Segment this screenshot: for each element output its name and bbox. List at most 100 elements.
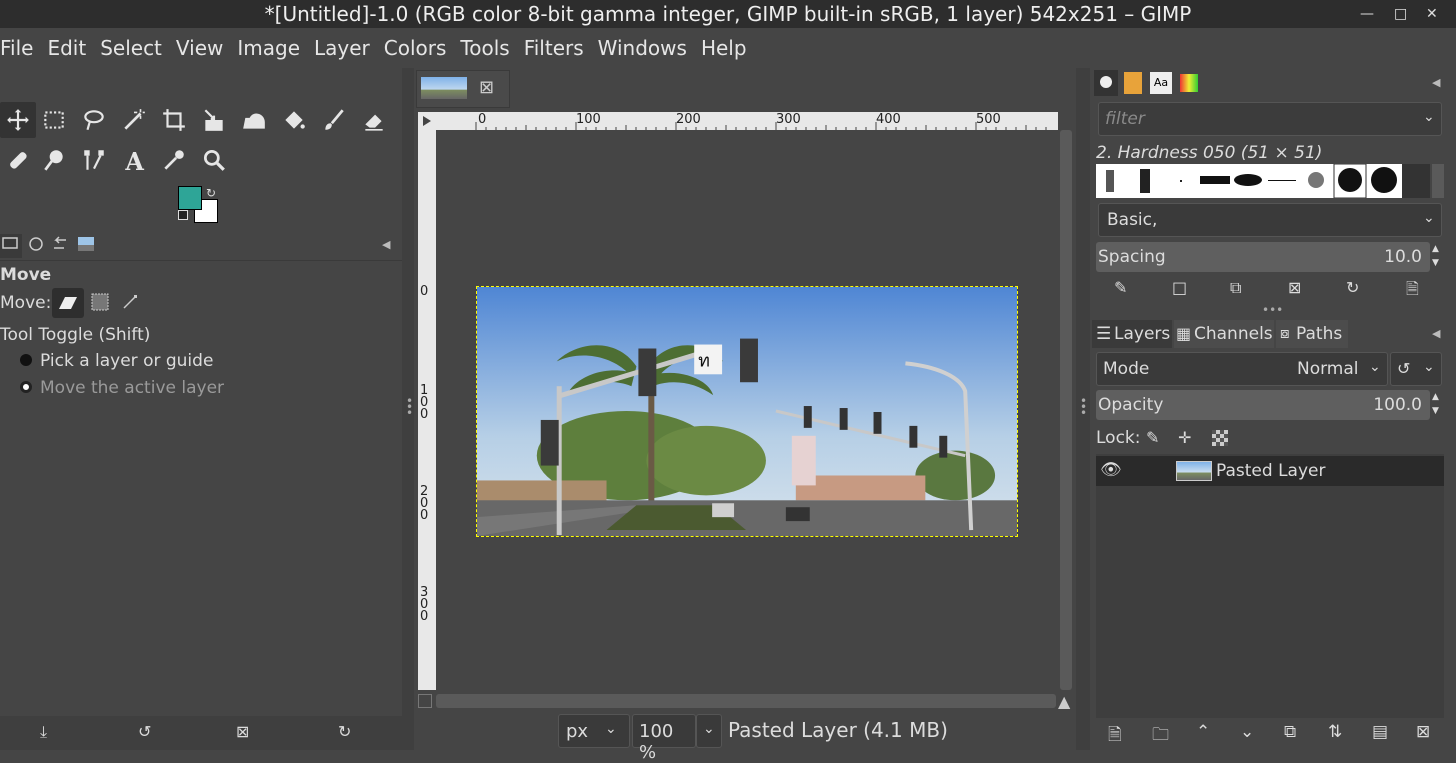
list-item[interactable]: 👁 Pasted Layer	[1096, 456, 1444, 486]
add-mask-icon[interactable]: ▤	[1372, 722, 1388, 742]
spacing-stepper[interactable]: ▲ ▼	[1432, 242, 1439, 270]
pick-layer-radio[interactable]	[20, 354, 32, 366]
layer-name[interactable]: Pasted Layer	[1216, 461, 1325, 481]
maximize-icon[interactable]: □	[1394, 0, 1407, 28]
crop-icon[interactable]	[156, 102, 192, 138]
menu-help[interactable]: Help	[701, 36, 747, 60]
right-pane-handle[interactable]: • • •	[1076, 68, 1090, 750]
tab-layers[interactable]: ☰ Layers	[1092, 320, 1172, 348]
patterns-tab-icon[interactable]	[1124, 72, 1142, 94]
new-brush-icon[interactable]: □	[1172, 278, 1187, 297]
gradients-tab-icon[interactable]	[1180, 74, 1198, 92]
image-tab[interactable]: ⊠	[416, 70, 510, 108]
rect-select-icon[interactable]	[36, 102, 72, 138]
heal-icon[interactable]	[0, 142, 36, 178]
restore-options-icon[interactable]: ↺	[138, 722, 151, 741]
eye-icon[interactable]: 👁	[1100, 460, 1122, 480]
scale-icon[interactable]	[196, 102, 232, 138]
new-layer-group-icon[interactable]: 🗀	[1152, 722, 1169, 751]
close-icon[interactable]: ✕	[1426, 0, 1438, 28]
tab-channels[interactable]: ▦ Channels	[1174, 320, 1274, 348]
move-tool-icon[interactable]	[0, 102, 36, 138]
minimize-icon[interactable]: —	[1360, 0, 1374, 28]
unit-dropdown[interactable]: px ⌄	[558, 714, 630, 748]
duplicate-layer-icon[interactable]: ⧉	[1284, 722, 1296, 742]
bucket-fill-icon[interactable]	[276, 102, 312, 138]
navigate-icon[interactable]	[418, 694, 432, 708]
fuzzy-select-icon[interactable]	[116, 102, 152, 138]
lock-position-icon[interactable]: ✛	[1178, 428, 1191, 447]
spacing-slider[interactable]: Spacing 10.0	[1096, 242, 1430, 272]
foreground-color-swatch[interactable]	[178, 186, 202, 210]
move-path-mode-icon[interactable]	[120, 292, 140, 312]
move-layer-mode-icon[interactable]	[52, 288, 84, 318]
zoom-dropdown-button[interactable]: ⌄	[696, 714, 722, 748]
menu-colors[interactable]: Colors	[384, 36, 447, 60]
menu-select[interactable]: Select	[100, 36, 162, 60]
device-status-tab-icon[interactable]	[26, 234, 48, 258]
brush-filter-input[interactable]: filter ⌄	[1098, 102, 1442, 136]
reset-options-icon[interactable]: ↻	[338, 722, 351, 741]
lasso-icon[interactable]	[76, 102, 112, 138]
new-layer-icon[interactable]: 🗎	[1108, 722, 1122, 751]
smudge-icon[interactable]	[36, 142, 72, 178]
images-tab-icon[interactable]	[76, 234, 100, 258]
menu-edit[interactable]: Edit	[47, 36, 86, 60]
duplicate-brush-icon[interactable]: ⧉	[1230, 278, 1241, 298]
raise-layer-icon[interactable]: ⌃	[1196, 722, 1210, 742]
layer-mode-dropdown[interactable]: Mode Normal ⌄	[1096, 352, 1388, 386]
zoom-input[interactable]: 100 %	[632, 714, 696, 763]
menu-file[interactable]: File	[0, 36, 33, 60]
tab-paths[interactable]: ⧇ Paths	[1276, 320, 1348, 348]
opacity-slider[interactable]: Opacity 100.0	[1096, 390, 1430, 420]
tool-options-tab-icon[interactable]	[0, 234, 22, 258]
lower-layer-icon[interactable]: ⌄	[1240, 722, 1254, 742]
brush-preset-dropdown[interactable]: Basic, ⌄	[1098, 203, 1442, 237]
refresh-brushes-icon[interactable]: ↻	[1346, 278, 1359, 297]
default-colors-icon[interactable]	[178, 210, 188, 220]
paintbrush-icon[interactable]	[316, 102, 352, 138]
brush-grid[interactable]	[1096, 164, 1430, 198]
text-tool-icon[interactable]: A	[116, 142, 152, 178]
brushes-tab-icon[interactable]	[1094, 70, 1118, 96]
brush-grid-scrollbar[interactable]	[1432, 164, 1444, 198]
delete-brush-icon[interactable]: ⊠	[1288, 278, 1301, 297]
open-as-image-icon[interactable]: 🗎	[1406, 278, 1419, 305]
menu-tools[interactable]: Tools	[460, 36, 509, 60]
menu-image[interactable]: Image	[237, 36, 300, 60]
fonts-tab-icon[interactable]: Aa	[1150, 72, 1172, 94]
save-options-icon[interactable]: ⤓	[40, 722, 47, 742]
vertical-scrollbar[interactable]	[1060, 130, 1072, 690]
delete-layer-icon[interactable]: ⊠	[1416, 722, 1430, 742]
configure-tab-icon[interactable]: ◀	[382, 238, 390, 251]
move-selection-mode-icon[interactable]	[90, 292, 110, 312]
quick-mask-toggle-icon[interactable]	[418, 112, 436, 130]
dock-separator-handle[interactable]: •••	[1262, 303, 1283, 317]
delete-options-icon[interactable]: ⊠	[236, 722, 249, 741]
canvas-image[interactable]: ท	[476, 286, 1018, 537]
merge-down-icon[interactable]: ⇅	[1328, 722, 1342, 742]
lock-alpha-icon[interactable]	[1212, 430, 1228, 446]
configure-tab-icon[interactable]: ◀	[1432, 76, 1440, 89]
horizontal-scrollbar[interactable]	[436, 694, 1056, 708]
menu-layer[interactable]: Layer	[314, 36, 370, 60]
menu-windows[interactable]: Windows	[598, 36, 687, 60]
move-active-layer-radio[interactable]	[20, 381, 32, 393]
opacity-stepper[interactable]: ▲ ▼	[1432, 390, 1439, 418]
configure-tab-icon[interactable]: ◀	[1432, 327, 1440, 340]
zoom-image-icon[interactable]: ▲	[1058, 692, 1070, 711]
menu-filters[interactable]: Filters	[524, 36, 584, 60]
eraser-icon[interactable]	[356, 102, 392, 138]
warp-icon[interactable]	[236, 102, 272, 138]
path-icon[interactable]	[76, 142, 112, 178]
edit-brush-icon[interactable]: ✎	[1114, 278, 1127, 297]
left-pane-handle[interactable]: • • •	[402, 68, 414, 750]
close-tab-icon[interactable]: ⊠	[479, 77, 494, 98]
color-picker-icon[interactable]	[156, 142, 192, 178]
menu-view[interactable]: View	[176, 36, 223, 60]
composite-mode-dropdown[interactable]: ↺ ⌄	[1390, 352, 1442, 386]
zoom-icon[interactable]	[196, 142, 232, 178]
lock-pixels-icon[interactable]: ✎	[1146, 428, 1159, 447]
swap-colors-icon[interactable]: ↻	[206, 186, 216, 200]
undo-history-tab-icon[interactable]	[50, 234, 72, 258]
